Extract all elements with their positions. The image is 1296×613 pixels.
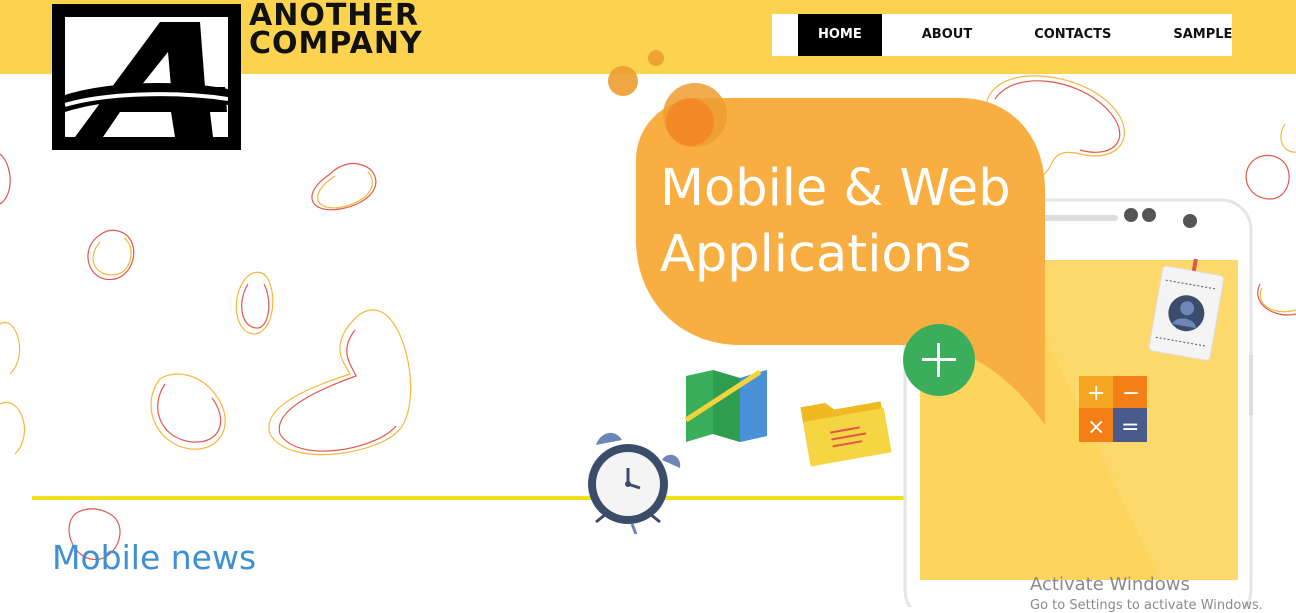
plus-icon	[903, 324, 975, 396]
svg-text:−: −	[1122, 381, 1140, 406]
section-title: Mobile news	[52, 538, 257, 577]
folder-icon	[800, 401, 892, 467]
activate-windows-subtitle: Go to Settings to activate Windows.	[1030, 598, 1263, 613]
hero-title-line1: Mobile & Web	[660, 159, 1011, 218]
map-icon	[684, 369, 767, 442]
svg-text:+: +	[1087, 381, 1105, 406]
hero-illustration: + − × =	[588, 50, 1253, 607]
hero-title: Mobile & Web Applications	[660, 156, 1060, 288]
activate-windows-watermark: Activate Windows	[1030, 574, 1190, 595]
hero-title-line2: Applications	[660, 225, 972, 284]
svg-text:×: ×	[1087, 415, 1105, 440]
svg-text:=: =	[1121, 415, 1139, 440]
calculator-icon: + − × =	[1079, 376, 1147, 442]
alarm-clock-icon	[588, 432, 681, 535]
